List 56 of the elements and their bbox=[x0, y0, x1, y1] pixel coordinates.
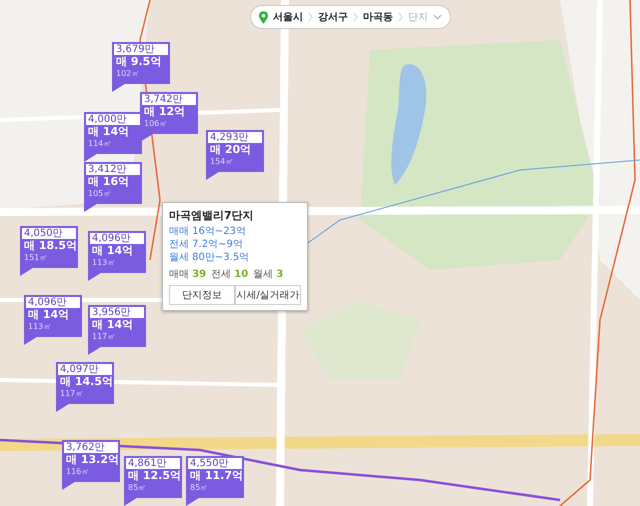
area-text: 114㎡ bbox=[87, 139, 112, 148]
price-text: 매 12억 bbox=[143, 105, 186, 119]
listing-count: 전세 10 bbox=[211, 268, 248, 281]
price-text: 매 16억 bbox=[87, 175, 130, 189]
area-text: 154㎡ bbox=[209, 157, 234, 166]
breadcrumb-item[interactable]: 마곡동 bbox=[363, 10, 393, 24]
price-text: 매 11.7억 bbox=[189, 469, 242, 483]
price-text: 매 14억 bbox=[91, 244, 134, 258]
price-text: 매 14억 bbox=[87, 125, 130, 139]
unit-price-label: 3,956만 bbox=[90, 307, 144, 318]
area-text: 113㎡ bbox=[27, 322, 52, 331]
popup-button[interactable]: 시세/실거래가 bbox=[235, 285, 301, 305]
price-text: 매 14억 bbox=[27, 308, 70, 322]
area-text: 85㎡ bbox=[189, 483, 210, 492]
unit-price-label: 3,742만 bbox=[142, 94, 196, 105]
location-pin-icon bbox=[259, 10, 268, 24]
area-text: 85㎡ bbox=[127, 483, 148, 492]
area-text: 117㎡ bbox=[59, 389, 84, 398]
area-text: 106㎡ bbox=[143, 119, 168, 128]
price-text: 매 9.5억 bbox=[115, 55, 162, 69]
price-range-text: 전세 7.2억~9억 bbox=[169, 238, 244, 251]
area-text: 116㎡ bbox=[65, 467, 90, 476]
area-text: 113㎡ bbox=[91, 258, 116, 267]
unit-price-label: 4,097만 bbox=[58, 364, 112, 375]
unit-price-label: 4,550만 bbox=[188, 458, 242, 469]
area-text: 151㎡ bbox=[23, 253, 48, 262]
area-text: 117㎡ bbox=[91, 332, 116, 341]
unit-price-label: 4,861만 bbox=[126, 458, 180, 469]
price-text: 매 14.5억 bbox=[59, 375, 112, 389]
chevron-right-icon bbox=[308, 11, 313, 23]
popup-button[interactable]: 단지정보 bbox=[169, 285, 235, 305]
area-text: 102㎡ bbox=[115, 69, 140, 78]
chevron-right-icon bbox=[398, 11, 403, 23]
area-text: 105㎡ bbox=[87, 189, 112, 198]
unit-price-label: 4,000만 bbox=[86, 114, 140, 125]
unit-price-label: 4,096만 bbox=[90, 233, 144, 244]
price-text: 매 20억 bbox=[209, 143, 252, 157]
price-text: 매 13.2억 bbox=[65, 453, 118, 467]
chevron-down-icon[interactable] bbox=[433, 14, 442, 20]
unit-price-label: 4,050만 bbox=[22, 228, 76, 239]
price-text: 매 18.5억 bbox=[23, 239, 76, 253]
breadcrumb-item[interactable]: 강서구 bbox=[318, 10, 348, 24]
unit-price-label: 4,293만 bbox=[208, 132, 262, 143]
chevron-right-icon bbox=[353, 11, 358, 23]
price-range-text: 매매 16억~23억 bbox=[169, 225, 248, 238]
unit-price-label: 3,679만 bbox=[114, 44, 168, 55]
unit-price-label: 3,762만 bbox=[64, 442, 118, 453]
price-text: 매 14억 bbox=[91, 318, 134, 332]
price-range-text: 월세 80만~3.5억 bbox=[169, 251, 250, 264]
complex-title: 마곡엠밸리7단지 bbox=[169, 208, 255, 223]
listing-count: 매매 39 bbox=[169, 268, 206, 281]
price-text: 매 12.5억 bbox=[127, 469, 180, 483]
unit-price-label: 4,096만 bbox=[26, 297, 80, 308]
unit-price-label: 3,412만 bbox=[86, 164, 140, 175]
breadcrumb-item[interactable]: 서울시 bbox=[273, 10, 303, 24]
listing-count: 월세 3 bbox=[253, 268, 284, 281]
